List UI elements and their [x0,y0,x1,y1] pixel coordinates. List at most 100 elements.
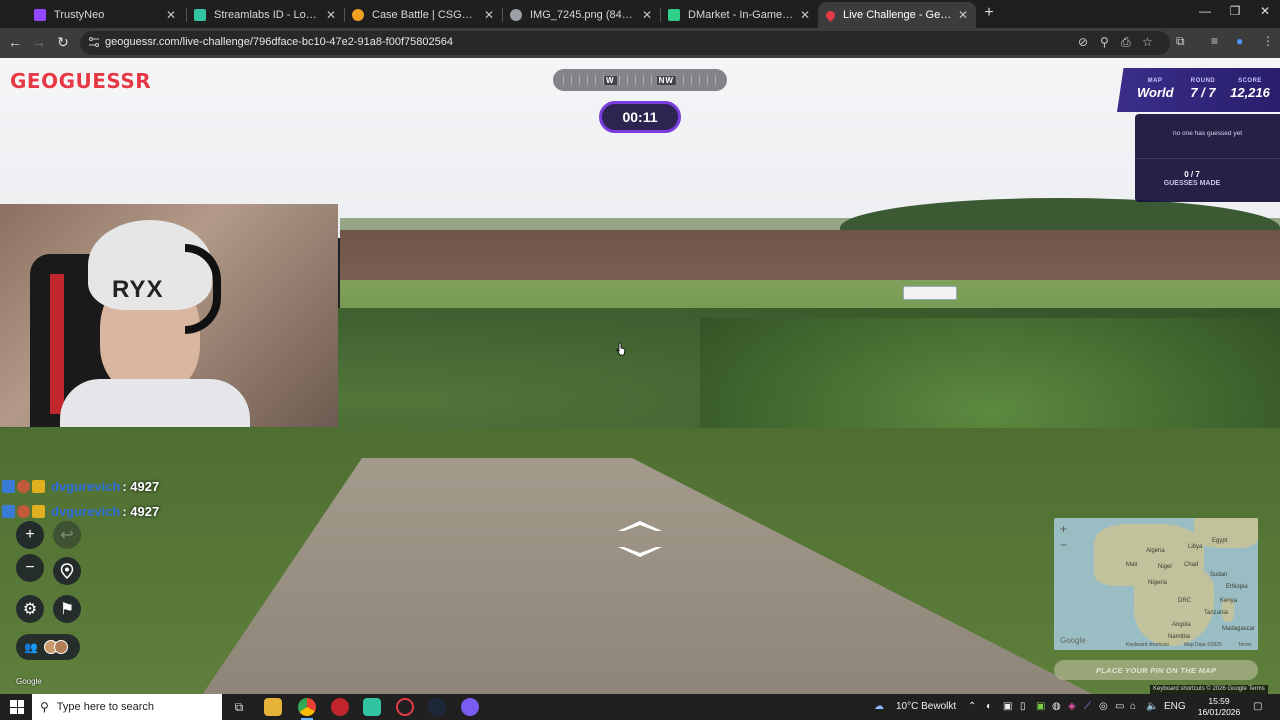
minimap-zoom-out-icon[interactable]: − [1060,538,1067,552]
close-icon[interactable]: ✕ [326,8,336,22]
players-button[interactable]: 👥 [16,634,80,660]
profile-icon[interactable]: ● [1236,34,1243,48]
map-label-country: Namibia [1168,634,1191,640]
report-button[interactable]: ⚑ [53,595,81,623]
close-icon[interactable]: ✕ [958,8,968,22]
close-icon[interactable]: ✕ [800,8,810,22]
tray-app-icon[interactable]: ◎ [1099,701,1108,712]
site-info-icon[interactable] [88,36,100,48]
tab-title: Live Challenge - GeoGuessr [843,9,952,21]
zoom-in-button[interactable]: + [16,521,44,549]
map-label-country: DRC [1178,598,1191,604]
tray-app-icon[interactable]: ⟋ [1084,701,1091,712]
tray-expand-icon[interactable]: ⌃ [968,701,976,712]
taskbar-search[interactable]: ⚲ Type here to search [32,694,222,720]
minimize-icon[interactable]: — [1190,4,1220,18]
google-logo: Google [16,677,42,686]
reload-icon[interactable]: ↻ [54,34,72,51]
tab-dmarket[interactable]: DMarket - In-Game Items Mark ✕ [660,2,818,28]
tray-app-icon[interactable]: ◐ [986,701,992,712]
compass: W NW [553,69,727,91]
tab-image[interactable]: IMG_7245.png (849×1546) ✕ [502,2,660,28]
windows-start-icon[interactable] [10,700,24,714]
zoom-icon[interactable]: ⚲ [1100,35,1109,49]
tray-app-icon[interactable]: ▣ [1036,701,1045,712]
weather-icon[interactable]: ☁ [874,701,884,712]
guesses-made-label: GUESSES MADE [1163,180,1221,187]
map-terms-link[interactable]: Terms [1238,642,1252,648]
notifications-icon[interactable]: ▢ [1253,701,1262,712]
network-icon[interactable]: ⌂ [1130,701,1136,712]
place-pin-button[interactable]: PLACE YOUR PIN ON THE MAP [1054,660,1258,680]
move-backward-arrow-icon[interactable] [618,547,662,557]
return-to-start-button[interactable] [53,557,81,585]
opera-icon[interactable] [396,698,414,716]
install-icon[interactable]: ⎙ [1121,35,1131,50]
extensions-icon[interactable]: ⧉ [1176,34,1185,49]
volume-icon[interactable]: 🔈 [1146,701,1158,712]
tray-app-icon[interactable]: ▣ [1003,701,1012,712]
eye-off-icon[interactable]: ⊘ [1078,35,1088,49]
streamlabs-icon[interactable] [363,698,381,716]
people-icon: 👥 [24,641,38,654]
tray-app-icon[interactable]: ▭ [1115,701,1124,712]
file-explorer-icon[interactable] [264,698,282,716]
map-label-country: Mali [1126,562,1138,568]
tab-trustyneo[interactable]: TrustyNeo ✕ [26,2,184,28]
chat-username[interactable]: dvgurevich [51,479,120,494]
back-icon[interactable]: ← [6,34,24,50]
move-arrows[interactable] [612,515,668,561]
close-window-icon[interactable]: ✕ [1250,4,1280,18]
badge-icon [2,479,15,493]
close-icon[interactable]: ✕ [484,8,494,22]
map-label-country: Kenya [1220,598,1238,604]
streetview-attribution[interactable]: Keyboard shortcuts © 2026 Google Terms [1150,685,1268,694]
restore-icon[interactable]: ❐ [1220,4,1250,18]
chat-message: dvgurevich : 4927 [2,477,159,495]
bookmark-star-icon[interactable]: ☆ [1142,35,1153,49]
map-label-country: Chad [1184,562,1199,568]
weather-text[interactable]: 10°C Bewolkt [896,701,956,712]
reading-list-icon[interactable]: ≡ [1211,34,1218,48]
tab-csgowin[interactable]: Case Battle | CSGOWIN ✕ [344,2,502,28]
task-view-icon[interactable]: ⧉ [230,698,248,716]
forward-icon[interactable]: → [30,34,48,50]
browser-tab-bar: TrustyNeo ✕ Streamlabs ID - Log in ✕ Cas… [0,0,1280,28]
tab-title: Streamlabs ID - Log in [214,9,320,21]
tab-streamlabs[interactable]: Streamlabs ID - Log in ✕ [186,2,344,28]
tray-app-icon[interactable]: ▯ [1020,701,1026,712]
clock[interactable]: 15:59 16/01/2026 [1196,696,1242,718]
new-tab-button[interactable]: + [980,4,998,22]
tab-geoguessr[interactable]: Live Challenge - GeoGuessr ✕ [818,2,976,28]
chat-username[interactable]: dvgurevich [51,504,120,519]
gear-icon: ⚙ [22,601,38,618]
tray-app-icon[interactable]: ◍ [1052,701,1061,712]
settings-button[interactable]: ⚙ [16,595,44,623]
dmarket-icon [668,9,680,21]
csgowin-icon [352,9,364,21]
discord-icon[interactable] [461,698,479,716]
app-icon[interactable] [331,698,349,716]
geoguessr-pin-icon [824,8,837,22]
move-forward-arrow-icon[interactable] [618,521,662,531]
zoom-out-button[interactable]: − [16,554,44,582]
close-icon[interactable]: ✕ [166,8,176,22]
clock-date: 16/01/2026 [1197,707,1241,717]
minimap-zoom-in-icon[interactable]: + [1060,522,1067,536]
tray-app-icon[interactable]: ◈ [1068,701,1076,712]
close-icon[interactable]: ✕ [642,8,652,22]
chrome-icon[interactable] [298,698,316,720]
steam-icon[interactable] [428,698,446,716]
no-guesses-text: no one has guessed yet [1172,130,1243,137]
round-value: 7 / 7 [1190,85,1216,100]
game-status-panel: MAP World ROUND 7 / 7 SCORE 12,216 [1117,68,1280,112]
menu-icon[interactable]: ⋮ [1262,34,1274,48]
language-indicator[interactable]: ENG [1164,701,1186,712]
address-bar[interactable]: geoguessr.com/live-challenge/796dface-bc… [80,31,1170,55]
undo-button[interactable]: ↩ [53,521,81,549]
geoguessr-logo[interactable]: GEOGUESSR [10,69,151,93]
guesses-panel: no one has guessed yet 0 / 7 GUESSES MAD… [1135,114,1280,202]
webcam-overlay: RYX [0,204,338,427]
map-shortcuts-link[interactable]: Keyboard shortcuts [1126,642,1169,648]
guess-minimap[interactable]: Algeria Libya Egypt Mali Niger Chad Suda… [1054,518,1258,650]
